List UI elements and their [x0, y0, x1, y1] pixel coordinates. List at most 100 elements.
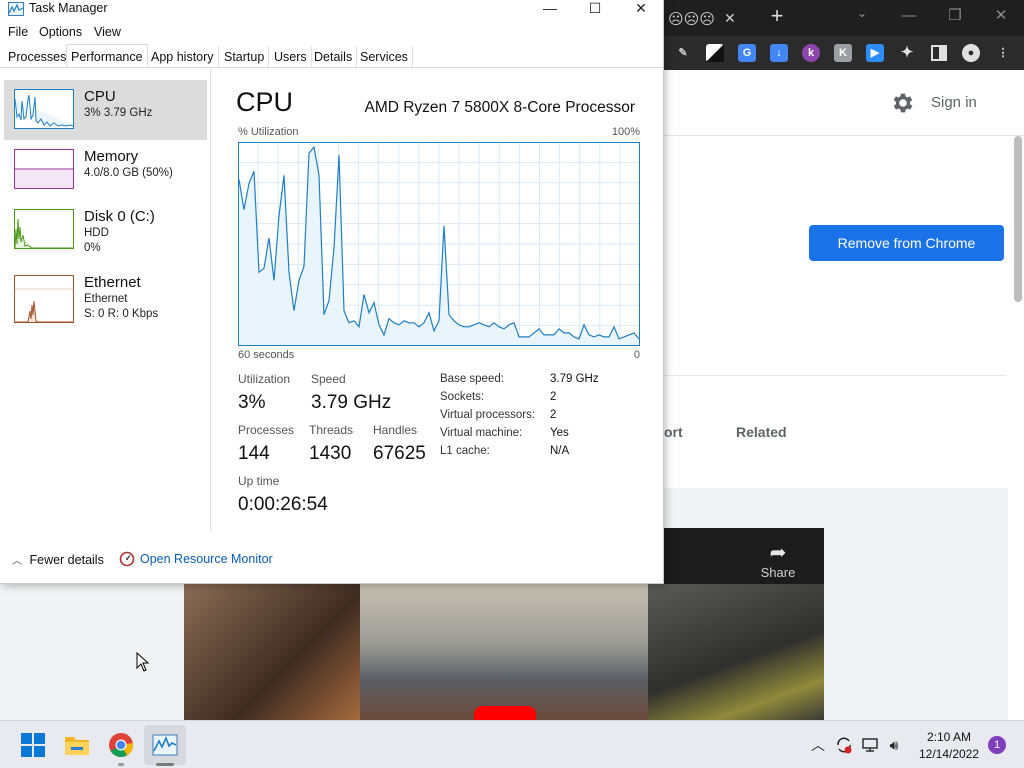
speed-value: 3.79 GHz	[311, 392, 392, 413]
sidebar-item-adapter: Ethernet	[84, 293, 128, 305]
close-button[interactable]: ✕	[618, 0, 664, 18]
volume-icon[interactable]: 🔊︎	[884, 735, 904, 755]
pen-icon[interactable]: ✎	[674, 44, 692, 62]
tab-startup[interactable]: Startup	[220, 46, 270, 68]
active-indicator	[156, 763, 174, 766]
sign-in-link[interactable]: Sign in	[931, 94, 977, 111]
chrome-minimize-button[interactable]: —	[891, 2, 927, 30]
fewer-details-button[interactable]: ︿ Fewer details	[12, 552, 104, 567]
cpu-utilization-graph	[238, 142, 640, 346]
notification-badge[interactable]: 1	[988, 736, 1006, 754]
video-share-label: Share	[760, 565, 796, 580]
mouse-cursor-icon	[136, 652, 150, 672]
chrome-tab-title: ☹☹☹	[668, 11, 715, 28]
show-hidden-icons-chevron-icon[interactable]: ︿	[808, 735, 828, 755]
spec-value: 2	[550, 391, 557, 403]
chrome-close-button[interactable]: ✕	[983, 2, 1019, 30]
video-frame-left	[184, 584, 360, 720]
tab-related[interactable]: Related	[736, 424, 787, 440]
profile-icon[interactable]: ●	[962, 44, 980, 62]
sidebar-item-label: Disk 0 (C:)	[84, 208, 155, 225]
footer: ︿ Fewer details Open Resource Monitor	[0, 540, 663, 580]
graph-label: % Utilization	[238, 126, 299, 138]
minimize-button[interactable]: —	[527, 0, 573, 18]
zoom-icon[interactable]: ▶	[866, 44, 884, 62]
task-manager-icon[interactable]	[152, 732, 178, 758]
sidebar-item-label: Memory	[84, 148, 139, 165]
translate-icon[interactable]: G	[738, 44, 756, 62]
clock-date[interactable]: 12/14/2022	[916, 747, 982, 761]
remove-from-chrome-button[interactable]: Remove from Chrome	[809, 225, 1004, 261]
gear-icon[interactable]	[890, 90, 916, 116]
task-manager-icon	[8, 2, 24, 16]
youtube-play-icon[interactable]	[474, 706, 536, 720]
threads-label: Threads	[309, 423, 354, 437]
graph-time-span: 60 seconds	[238, 349, 295, 361]
running-indicator	[118, 763, 124, 766]
task-manager-window: Task Manager — ☐ ✕ File Options View Pro…	[0, 0, 664, 584]
memory-thumbnail-graph	[14, 149, 74, 189]
uptime-label: Up time	[238, 474, 280, 488]
sync-icon[interactable]	[834, 735, 854, 755]
tab-services[interactable]: Services	[356, 46, 413, 68]
graph-time-end: 0	[633, 349, 640, 361]
video-share-button[interactable]: ➦ Share	[752, 540, 804, 580]
clock-time[interactable]: 2:10 AM	[916, 730, 982, 744]
sidebar-item-memory[interactable]: Memory 4.0/8.0 GB (50%)	[4, 140, 207, 200]
ghost-icon[interactable]: K	[834, 44, 852, 62]
menu-file[interactable]: File	[8, 25, 28, 39]
maximize-button[interactable]: ☐	[572, 0, 618, 18]
new-tab-button[interactable]: +	[766, 4, 788, 28]
tab-bar: Processes Performance App history Startu…	[0, 44, 663, 68]
tab-close-icon[interactable]: ✕	[724, 10, 736, 27]
tab-support[interactable]: ort	[664, 424, 683, 440]
download-icon[interactable]: ↓	[770, 44, 788, 62]
tab-app-history[interactable]: App history	[147, 46, 219, 68]
open-resource-monitor-link[interactable]: Open Resource Monitor	[140, 552, 273, 566]
sidebar-item-label: CPU	[84, 88, 116, 105]
menu-options[interactable]: Options	[39, 25, 82, 39]
sidebar-item-cpu[interactable]: CPU 3% 3.79 GHz	[4, 80, 207, 140]
tab-search-chevron-icon[interactable]: ⌄	[852, 6, 872, 26]
title-bar[interactable]: Task Manager — ☐ ✕	[0, 0, 663, 20]
processes-value: 144	[238, 443, 270, 464]
sidebar-item-type: HDD	[84, 227, 109, 239]
chrome-icon[interactable]	[108, 732, 134, 758]
spec-label: Base speed:	[440, 373, 504, 385]
sidebar-item-label: Ethernet	[84, 274, 141, 291]
tab-details[interactable]: Details	[310, 46, 358, 68]
handles-label: Handles	[373, 423, 418, 437]
puzzle-icon[interactable]: ✦	[898, 44, 916, 62]
page-scrollbar[interactable]	[1014, 136, 1022, 302]
spec-label: L1 cache:	[440, 445, 490, 457]
tab-processes[interactable]: Processes	[4, 46, 72, 68]
page-title: CPU	[236, 87, 294, 117]
spec-value: N/A	[550, 445, 570, 457]
chrome-restore-button[interactable]: ❐	[937, 2, 973, 30]
chevron-up-icon: ︿	[12, 556, 22, 567]
resource-monitor-icon	[119, 551, 135, 567]
sidebar-item-value: 0%	[84, 242, 101, 254]
menu-view[interactable]: View	[94, 25, 121, 39]
cpu-thumbnail-graph	[14, 89, 74, 129]
start-icon[interactable]	[20, 732, 46, 758]
utilization-value: 3%	[238, 392, 266, 413]
k-icon[interactable]: k	[802, 44, 820, 62]
sidebar-item-value: S: 0 R: 0 Kbps	[84, 308, 159, 320]
chrome-tab[interactable]: ☹☹☹ ✕	[664, 4, 744, 36]
file-explorer-icon[interactable]	[64, 732, 90, 758]
fewer-details-label: Fewer details	[29, 553, 104, 567]
contrast-icon[interactable]	[706, 44, 724, 62]
sidebar-item-value: 4.0/8.0 GB (50%)	[84, 167, 173, 179]
spec-label: Virtual processors:	[440, 409, 536, 421]
tab-users[interactable]: Users	[270, 46, 312, 68]
sidebar-icon[interactable]	[930, 44, 948, 62]
sidebar-item-disk[interactable]: Disk 0 (C:) HDD 0%	[4, 200, 207, 260]
spec-value: 2	[550, 409, 557, 421]
window-title: Task Manager	[29, 1, 108, 15]
tab-performance[interactable]: Performance	[66, 44, 148, 67]
network-icon[interactable]	[860, 735, 880, 755]
video-frame-right	[648, 584, 824, 720]
more-icon[interactable]: ⋮	[994, 44, 1012, 62]
sidebar-item-ethernet[interactable]: Ethernet Ethernet S: 0 R: 0 Kbps	[4, 266, 207, 326]
